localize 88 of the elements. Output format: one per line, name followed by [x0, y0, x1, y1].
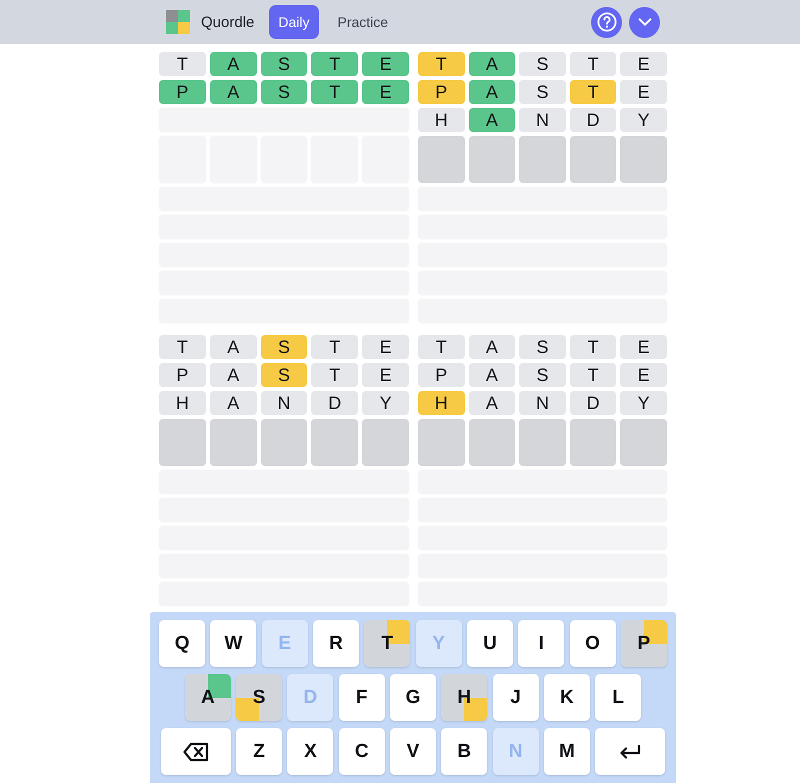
letter-key[interactable]: X [287, 728, 334, 775]
letter-tile: H [159, 391, 206, 415]
letter-tile: S [519, 363, 566, 387]
letter-key[interactable]: W [210, 620, 256, 667]
letter-key[interactable]: H [441, 674, 488, 721]
letter-tile: E [362, 335, 409, 359]
return-arrow-icon [619, 744, 642, 758]
letter-tile: S [260, 363, 308, 387]
letter-tile: T [570, 363, 616, 387]
letter-tile: T [311, 80, 358, 104]
letter-tile: E [362, 52, 409, 76]
letter-key[interactable]: V [390, 728, 436, 775]
menu-button[interactable] [629, 6, 660, 38]
letter-key[interactable]: Z [236, 728, 282, 775]
letter-tile: A [468, 391, 516, 415]
letter-key[interactable]: L [595, 674, 642, 721]
letter-tile: P [418, 80, 465, 104]
letter-tile: E [362, 80, 409, 104]
letter-key[interactable]: O [570, 620, 616, 667]
help-icon [596, 12, 616, 32]
letter-key[interactable]: A [184, 674, 231, 721]
app-title: Quordle [201, 14, 254, 30]
letter-tile: S [519, 335, 566, 359]
letter-tile: S [260, 335, 308, 359]
letter-tile: N [519, 391, 566, 415]
letter-tile: A [210, 335, 257, 359]
grid-logo-icon [166, 10, 190, 34]
letter-tile: E [620, 52, 667, 76]
letter-key[interactable]: I [518, 620, 564, 667]
letter-key[interactable]: Q [159, 620, 206, 667]
letter-tile: D [311, 391, 358, 415]
letter-tile: S [260, 52, 308, 76]
letter-tile: D [570, 391, 616, 415]
letter-key[interactable]: R [313, 620, 360, 667]
enter-key[interactable] [595, 728, 666, 775]
letter-key[interactable]: K [544, 674, 590, 721]
letter-tile: A [468, 363, 516, 387]
letter-key[interactable]: C [338, 728, 385, 775]
help-button[interactable] [591, 6, 622, 38]
letter-tile: H [418, 391, 465, 415]
letter-tile: Y [620, 108, 667, 132]
letter-tile: N [260, 391, 308, 415]
letter-key[interactable]: J [492, 674, 539, 721]
letter-tile: P [418, 363, 465, 387]
letter-key[interactable]: S [236, 674, 282, 721]
letter-tile: H [418, 108, 465, 132]
mode-tab[interactable]: Daily [269, 5, 318, 39]
letter-tile: A [210, 52, 257, 76]
letter-tile: A [210, 80, 257, 104]
backspace-icon [182, 742, 209, 762]
letter-tile: N [519, 108, 566, 132]
letter-key[interactable]: M [544, 728, 590, 775]
letter-tile: T [159, 52, 206, 76]
letter-tile: Y [620, 391, 667, 415]
letter-tile: S [519, 52, 566, 76]
letter-tile: A [210, 363, 257, 387]
letter-key[interactable]: G [390, 674, 436, 721]
letter-tile: E [620, 363, 667, 387]
mode-tab[interactable]: Practice [328, 5, 398, 39]
letter-tile: T [570, 52, 616, 76]
letter-tile: T [570, 335, 616, 359]
letter-tile: E [362, 363, 409, 387]
letter-key[interactable]: U [466, 620, 513, 667]
letter-tile: E [620, 80, 667, 104]
letter-tile: S [260, 80, 308, 104]
letter-tile: T [570, 80, 616, 104]
letter-tile: A [210, 391, 257, 415]
letter-tile: P [159, 363, 206, 387]
letter-tile: T [418, 335, 465, 359]
letter-tile: A [468, 52, 516, 76]
letter-tile: A [468, 80, 516, 104]
letter-key[interactable]: P [620, 620, 667, 667]
letter-tile: E [620, 335, 667, 359]
letter-key[interactable]: T [364, 620, 410, 667]
letter-tile: A [468, 108, 516, 132]
letter-tile: T [311, 335, 358, 359]
letter-tile: T [311, 52, 358, 76]
letter-tile: A [468, 335, 516, 359]
letter-tile: P [159, 80, 206, 104]
letter-tile: D [570, 108, 616, 132]
letter-tile: T [311, 363, 358, 387]
letter-tile: T [418, 52, 465, 76]
letter-key[interactable]: F [338, 674, 385, 721]
letter-tile: T [159, 335, 206, 359]
letter-tile: Y [362, 391, 409, 415]
letter-key[interactable]: B [441, 728, 488, 775]
letter-tile: S [519, 80, 566, 104]
backspace-key[interactable] [160, 728, 231, 775]
